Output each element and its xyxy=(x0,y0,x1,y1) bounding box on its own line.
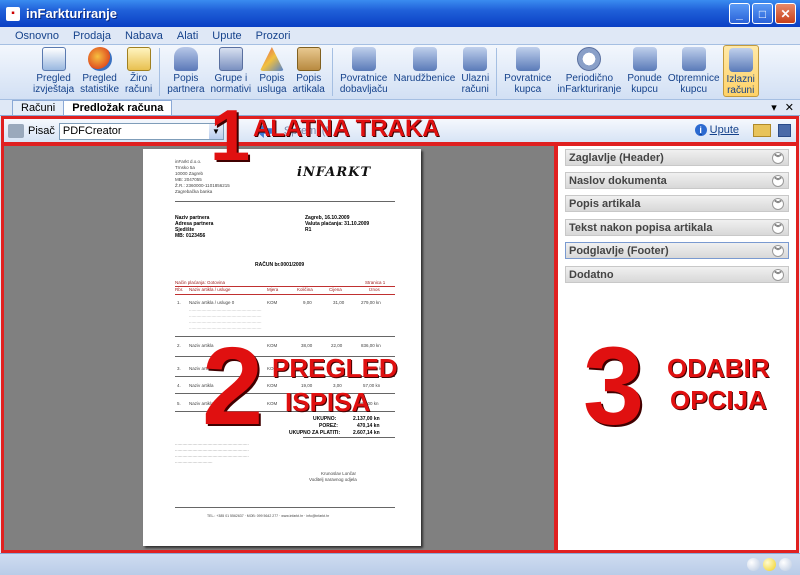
stats-icon xyxy=(87,47,112,71)
menu-bar: Osnovno Prodaja Nabava Alati Upute Prozo… xyxy=(0,27,800,44)
offers-icon xyxy=(632,47,657,71)
ribbon-ziro-racuni[interactable]: Žiro računi xyxy=(122,45,155,95)
menu-alati[interactable]: Alati xyxy=(170,30,205,42)
ribbon-toolbar: Pregled izvještaja Pregled statistike Žiro… xyxy=(0,44,800,100)
services-icon xyxy=(259,47,284,71)
status-dot-icon xyxy=(747,558,760,571)
report-icon xyxy=(41,47,66,71)
window-controls: _ □ ✕ xyxy=(729,3,796,24)
menu-prozori[interactable]: Prozori xyxy=(249,30,298,42)
menu-nabava[interactable]: Nabava xyxy=(118,30,170,42)
ribbon-popis-partnera[interactable]: Popis partnera xyxy=(164,45,207,95)
status-bar xyxy=(0,553,800,575)
ribbon-pregled-izvjestaja[interactable]: Pregled izvještaja xyxy=(30,45,77,95)
status-dot-icon xyxy=(763,558,776,571)
menu-prodaja[interactable]: Prodaja xyxy=(66,30,118,42)
annotation-label-2a: PREGLED xyxy=(272,353,398,383)
orders-icon xyxy=(412,47,437,71)
partners-icon xyxy=(173,47,198,71)
document-tabs: Računi Predložak računa ▾ ✕ xyxy=(0,100,800,116)
menu-upute[interactable]: Upute xyxy=(205,30,248,42)
annotation-label-2b: ISPISA xyxy=(285,387,371,417)
app-icon: ▪ xyxy=(6,6,20,21)
annotation-label-1: ALATNA TRAKA xyxy=(253,115,440,142)
close-window-button[interactable]: ✕ xyxy=(775,3,796,24)
annotation-label-3a: ODABIR xyxy=(667,353,770,383)
ribbon-periodicno[interactable]: Periodično inFarkturiranje xyxy=(554,45,624,95)
ribbon-povratnice-kupca[interactable]: Povratnice kupca xyxy=(501,45,554,95)
minimize-button[interactable]: _ xyxy=(729,3,750,24)
delivery-notes-icon xyxy=(681,47,706,71)
ribbon-pregled-statistike[interactable]: Pregled statistike xyxy=(77,45,122,95)
incoming-invoices-icon xyxy=(463,47,488,71)
ribbon-separator xyxy=(331,48,333,96)
ribbon-narudzbenice[interactable]: Narudžbenice xyxy=(391,45,459,84)
annotation-number-3: 3 xyxy=(583,325,645,448)
tab-racuni[interactable]: Računi xyxy=(12,100,65,115)
annotation-number-1: 1 xyxy=(210,96,251,176)
return-customer-icon xyxy=(515,47,540,71)
ribbon-izlazni-racuni[interactable]: Izlazni računi xyxy=(722,45,759,97)
ribbon-popis-usluga[interactable]: Popis usluga xyxy=(254,45,289,95)
ribbon-ponude-kupcu[interactable]: Ponude kupcu xyxy=(624,45,664,95)
tab-controls: ▾ ✕ xyxy=(771,101,794,114)
ribbon-popis-artikala[interactable]: Popis artikala xyxy=(290,45,328,95)
return-supplier-icon xyxy=(351,47,376,71)
application-window: ▪ inFarkturiranje _ □ ✕ Osnovno Prodaja … xyxy=(0,0,800,575)
tab-list-icon[interactable]: ▾ xyxy=(771,101,777,114)
groups-icon xyxy=(218,47,243,71)
ribbon-grupe-normativi[interactable]: Grupe i normativi xyxy=(208,45,255,95)
maximize-button[interactable]: □ xyxy=(752,3,773,24)
status-indicators xyxy=(747,558,792,571)
ribbon-povratnice-dobavljacu[interactable]: Povratnice dobavljaču xyxy=(337,45,391,95)
annotation-number-2: 2 xyxy=(202,325,264,448)
window-title: inFarkturiranje xyxy=(26,6,118,21)
ribbon-otpremnice-kupcu[interactable]: Otpremnice kupcu xyxy=(665,45,723,95)
ribbon-separator xyxy=(159,48,161,96)
title-bar: ▪ inFarkturiranje _ □ ✕ xyxy=(0,0,800,27)
tab-predlozak-racuna[interactable]: Predložak računa xyxy=(63,100,173,115)
preview-highlight-frame xyxy=(1,143,557,553)
ribbon-separator xyxy=(496,48,498,96)
bank-account-icon xyxy=(126,47,151,71)
outgoing-invoices-icon xyxy=(728,48,753,72)
close-tab-icon[interactable]: ✕ xyxy=(785,101,794,114)
articles-icon xyxy=(296,47,321,71)
periodic-icon xyxy=(577,47,602,71)
menu-osnovno[interactable]: Osnovno xyxy=(8,30,66,42)
annotation-label-3b: OPCIJA xyxy=(670,385,767,415)
status-dot-icon xyxy=(779,558,792,571)
ribbon-ulazni-racuni[interactable]: Ulazni računi xyxy=(458,45,492,95)
